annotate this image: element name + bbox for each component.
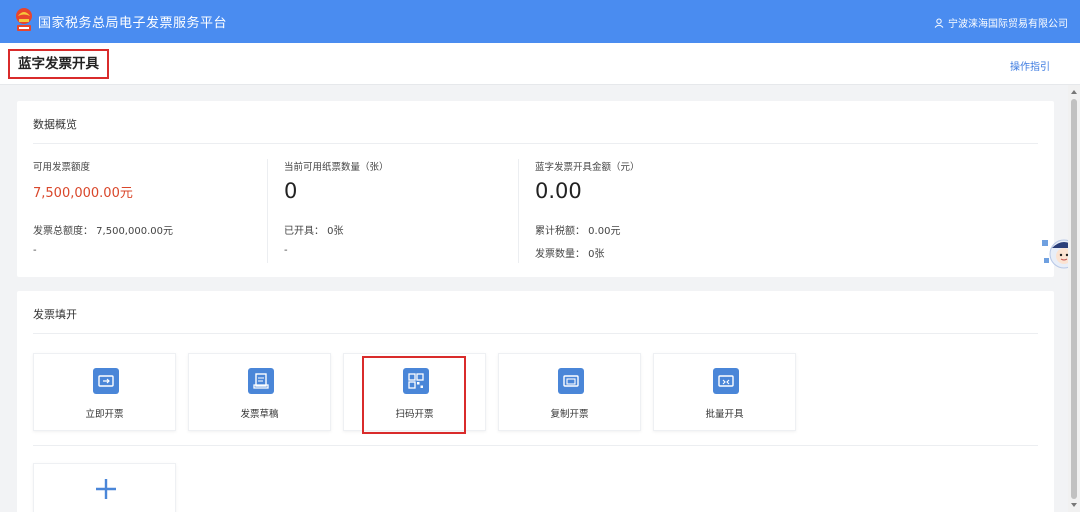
- user-icon: [934, 18, 944, 28]
- stat-issued-amount: 蓝字发票开具金额（元） 0.00 累计税额： 0.00元 发票数量： 0张: [535, 159, 640, 260]
- divider: [33, 143, 1038, 144]
- stat-value: 0.00: [535, 179, 582, 203]
- stat-sub: 发票总额度： 7,500,000.00元: [33, 226, 173, 237]
- tile-copy-invoice[interactable]: 复制开票: [498, 353, 641, 431]
- page-title: 蓝字发票开具: [8, 49, 109, 79]
- guide-link[interactable]: 操作指引: [1010, 58, 1050, 73]
- divider: [33, 333, 1038, 334]
- tile-label: 复制开票: [550, 409, 589, 420]
- tile-label: 扫码开票: [395, 409, 434, 420]
- tile-label: 批量开具: [705, 409, 744, 420]
- plus-icon: [96, 479, 116, 499]
- divider: [33, 445, 1038, 446]
- tile-scan-invoice[interactable]: 扫码开票: [343, 353, 486, 431]
- stat-value: 7,500,000.00元: [33, 186, 133, 201]
- overview-panel: 数据概览 可用发票额度 7,500,000.00元 发票总额度： 7,500,0…: [17, 101, 1054, 277]
- stat-sub: -: [284, 245, 288, 256]
- scroll-down-arrow-icon[interactable]: [1071, 503, 1077, 507]
- scrollbar[interactable]: [1068, 85, 1080, 512]
- stat-sub: -: [33, 245, 37, 256]
- page-header: 蓝字发票开具 操作指引: [0, 43, 1080, 85]
- issue-panel: 发票填开 立即开票 发票草稿 扫码开票 复制开票 批量开具: [17, 291, 1054, 512]
- scroll-up-arrow-icon[interactable]: [1071, 90, 1077, 94]
- stat-value: 0: [284, 179, 298, 203]
- divider: [267, 159, 268, 263]
- instant-invoice-icon: [93, 368, 119, 394]
- draft-icon: [248, 368, 274, 394]
- stat-sub: 已开具： 0张: [284, 226, 344, 237]
- stat-sub: 发票数量： 0张: [535, 249, 605, 260]
- batch-issue-icon: [713, 368, 739, 394]
- add-tile-button[interactable]: [33, 463, 176, 512]
- tax-emblem-icon: [16, 8, 32, 31]
- stat-sub: 累计税额： 0.00元: [535, 226, 621, 237]
- scrollbar-thumb[interactable]: [1071, 99, 1077, 499]
- user-account[interactable]: 宁波涞海国际贸易有限公司: [934, 15, 1068, 30]
- stat-label: 当前可用纸票数量（张）: [284, 162, 389, 173]
- stat-available-quota: 可用发票额度 7,500,000.00元 发票总额度： 7,500,000.00…: [33, 159, 173, 256]
- copy-invoice-icon: [558, 368, 584, 394]
- app-title: 国家税务总局电子发票服务平台: [38, 16, 228, 31]
- stat-label: 蓝字发票开具金额（元）: [535, 162, 640, 173]
- stat-paper-invoices: 当前可用纸票数量（张） 0 已开具： 0张 -: [284, 159, 389, 256]
- tile-batch-issue[interactable]: 批量开具: [653, 353, 796, 431]
- stat-label: 可用发票额度: [33, 162, 91, 173]
- user-name: 宁波涞海国际贸易有限公司: [948, 19, 1068, 30]
- qr-code-icon: [403, 368, 429, 394]
- tile-label: 发票草稿: [240, 409, 279, 420]
- overview-title: 数据概览: [33, 118, 77, 131]
- top-bar: 国家税务总局电子发票服务平台 宁波涞海国际贸易有限公司: [0, 0, 1080, 43]
- divider: [518, 159, 519, 263]
- tile-instant-invoice[interactable]: 立即开票: [33, 353, 176, 431]
- issue-title: 发票填开: [33, 308, 77, 321]
- tile-label: 立即开票: [85, 409, 124, 420]
- tile-draft[interactable]: 发票草稿: [188, 353, 331, 431]
